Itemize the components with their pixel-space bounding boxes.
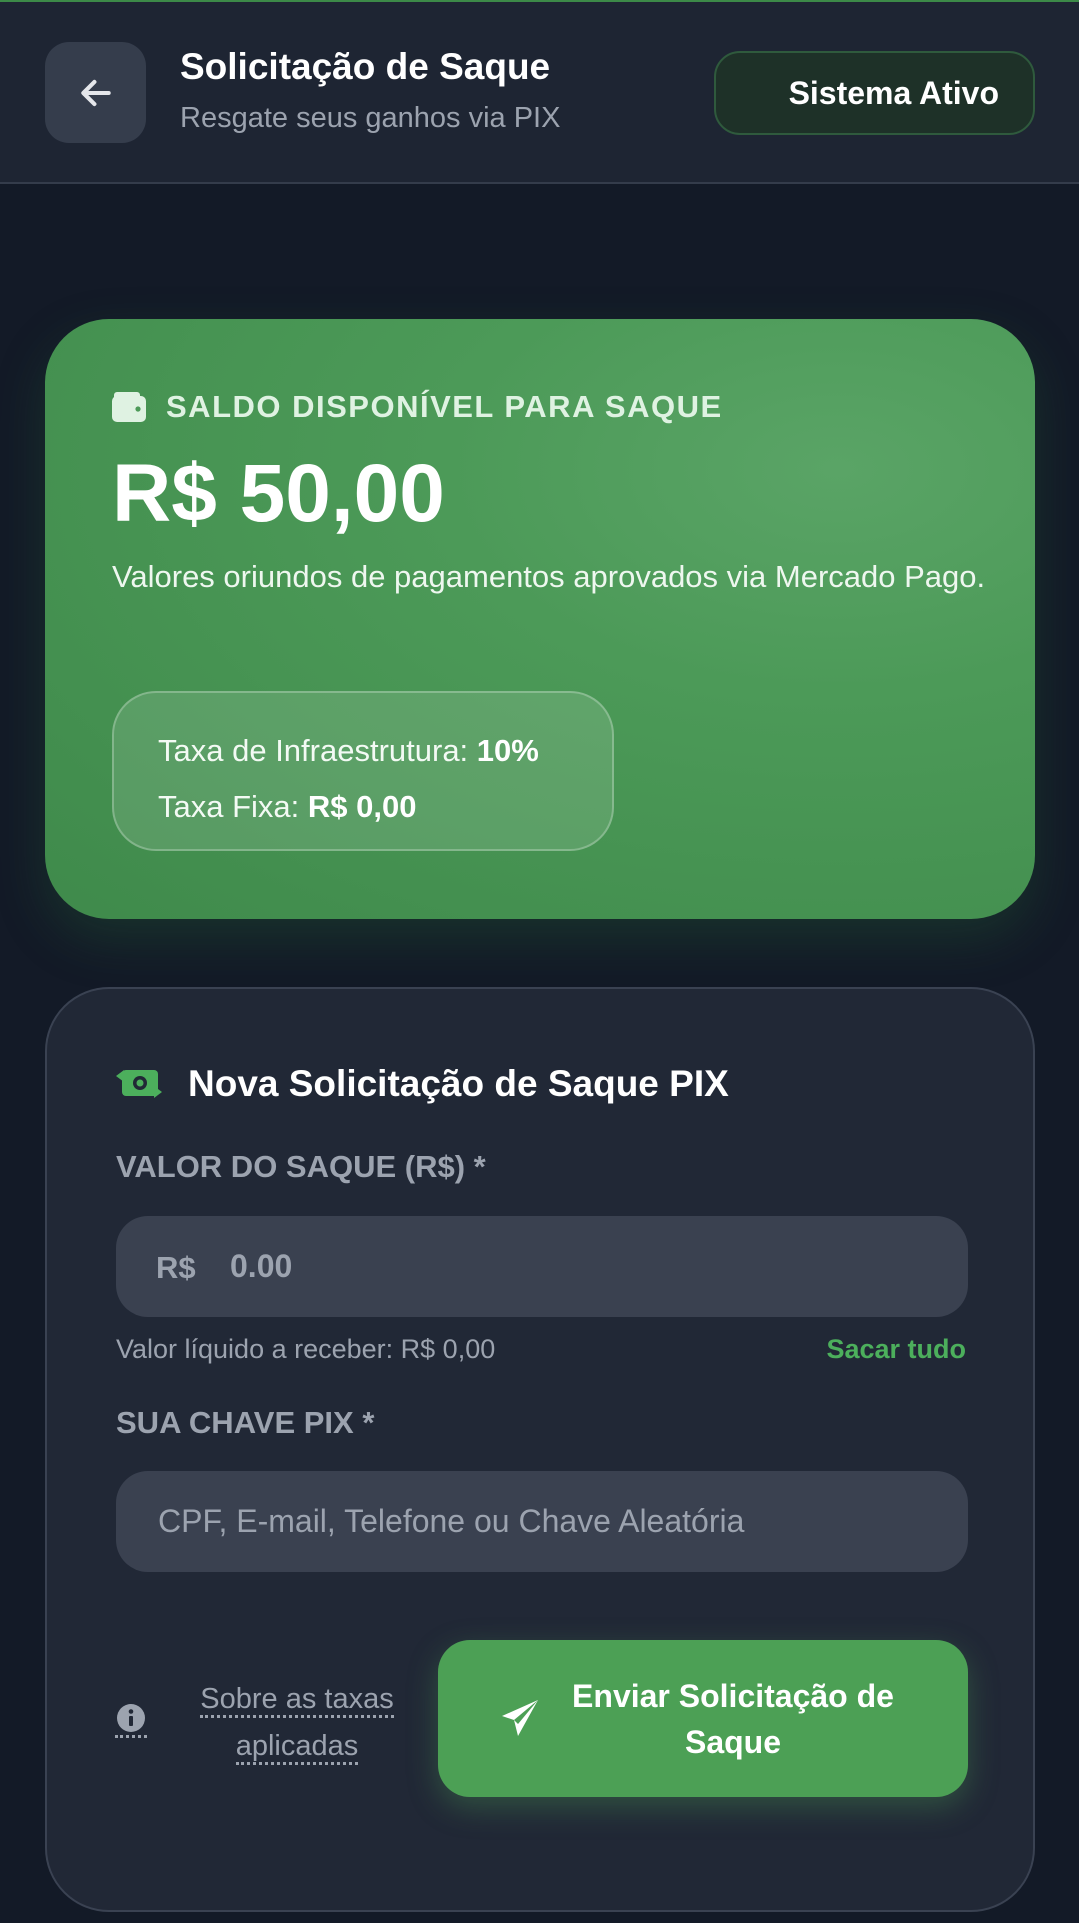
page-header: Solicitação de Saque Resgate seus ganhos… xyxy=(0,0,1079,184)
page-title: Solicitação de Saque xyxy=(180,46,551,87)
fee-info-box: Taxa de Infraestrutura: 10% Taxa Fixa: R… xyxy=(112,691,614,851)
amount-field: R$ xyxy=(116,1216,968,1317)
arrow-left-icon xyxy=(80,79,111,106)
submit-withdraw-button[interactable]: Enviar Solicitação de Saque xyxy=(438,1640,968,1797)
balance-label-row: SALDO DISPONÍVEL PARA SAQUE xyxy=(112,389,723,425)
form-title: Nova Solicitação de Saque PIX xyxy=(188,1063,729,1104)
balance-label: SALDO DISPONÍVEL PARA SAQUE xyxy=(166,389,723,424)
pix-key-field-label: SUA CHAVE PIX * xyxy=(116,1405,375,1440)
currency-prefix: R$ xyxy=(156,1250,196,1285)
fees-link-line-1: Sobre as taxas xyxy=(200,1683,394,1718)
balance-description: Valores oriundos de pagamentos aprovados… xyxy=(112,559,986,594)
infra-fee-value: 10% xyxy=(476,733,539,768)
money-transfer-icon xyxy=(116,1070,162,1098)
amount-field-label: VALOR DO SAQUE (R$) * xyxy=(116,1149,486,1184)
withdraw-form-card: Nova Solicitação de Saque PIX VALOR DO S… xyxy=(45,987,1035,1912)
fees-info-link[interactable]: Sobre as taxas aplicadas xyxy=(192,1676,402,1770)
page-subtitle: Resgate seus ganhos via PIX xyxy=(180,102,561,134)
balance-amount: R$ 50,00 xyxy=(112,448,445,539)
withdraw-all-link[interactable]: Sacar tudo xyxy=(826,1334,966,1365)
fixed-fee-value: R$ 0,00 xyxy=(307,789,417,824)
submit-button-label: Enviar Solicitação de Saque xyxy=(572,1678,894,1760)
wallet-icon xyxy=(112,392,146,422)
back-button[interactable] xyxy=(45,42,146,143)
fees-link-line-2: aplicadas xyxy=(235,1730,359,1765)
amount-input[interactable] xyxy=(228,1216,948,1317)
paper-plane-icon xyxy=(502,1700,538,1736)
info-icon[interactable] xyxy=(115,1702,147,1738)
form-title-row: Nova Solicitação de Saque PIX xyxy=(114,1063,729,1105)
fixed-fee-label: Taxa Fixa: xyxy=(158,789,308,824)
system-status-badge: Sistema Ativo xyxy=(714,51,1035,135)
infra-fee-label: Taxa de Infraestrutura: xyxy=(158,733,477,768)
pix-key-input[interactable] xyxy=(156,1471,946,1572)
infra-fee-line: Taxa de Infraestrutura: 10% xyxy=(158,723,612,779)
net-value-text: Valor líquido a receber: R$ 0,00 xyxy=(116,1334,496,1364)
balance-card: SALDO DISPONÍVEL PARA SAQUE R$ 50,00 Val… xyxy=(45,319,1035,919)
fixed-fee-line: Taxa Fixa: R$ 0,00 xyxy=(158,779,612,835)
pix-key-field xyxy=(116,1471,968,1572)
